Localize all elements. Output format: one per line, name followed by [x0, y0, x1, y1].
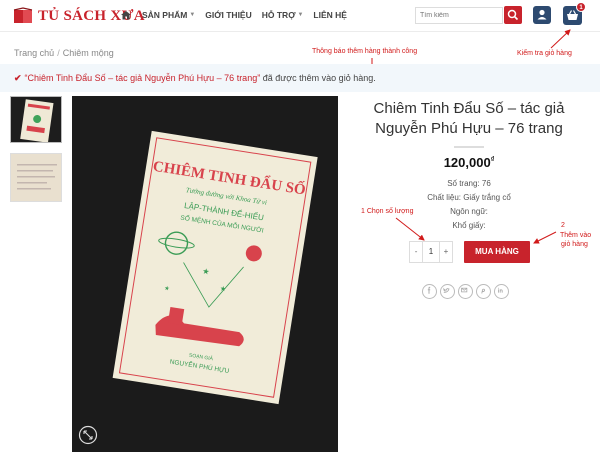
facebook-icon[interactable] [422, 284, 437, 299]
twitter-icon[interactable] [440, 284, 455, 299]
linkedin-icon[interactable] [494, 284, 509, 299]
zoom-icon[interactable] [78, 425, 98, 445]
product-thumbnail-2[interactable] [10, 153, 62, 202]
attribute-size: Khổ giấy: [452, 221, 486, 230]
quantity-increase-button[interactable]: + [440, 242, 452, 262]
notice-product-link[interactable]: “Chiêm Tinh Đẩu Số – tác giả Nguyễn Phú … [25, 73, 261, 83]
product-price: 120,000₫ [354, 155, 584, 170]
thumbnail-cover-image [11, 97, 61, 142]
book-cover-illustration: CHIÊM TINH ĐẨU SỐ Tướng đường với Khoa T… [72, 96, 338, 452]
annotation-step2-line2: giỏ hàng [561, 241, 588, 248]
quantity-stepper: - 1 + [409, 241, 453, 263]
pinterest-icon[interactable] [476, 284, 491, 299]
price-value: 120,000 [443, 155, 491, 170]
quantity-decrease-button[interactable]: - [410, 242, 422, 262]
annotation-step2-number: 2 [561, 222, 565, 229]
notice-message: đã được thêm vào giỏ hàng. [262, 73, 376, 83]
annotation-step1: 1 Chọn số lượng [361, 208, 414, 215]
svg-text:★: ★ [219, 285, 226, 294]
product-main-image[interactable]: CHIÊM TINH ĐẨU SỐ Tướng đường với Khoa T… [72, 96, 338, 452]
product-title: Chiêm Tinh Đẩu Số – tác giả Nguyễn Phú H… [373, 100, 565, 137]
add-to-cart-button[interactable]: MUA HÀNG [464, 241, 530, 263]
email-icon[interactable] [458, 284, 473, 299]
svg-text:★: ★ [164, 285, 170, 293]
checkmark-icon: ✔ [14, 73, 22, 83]
quantity-input[interactable]: 1 [422, 242, 440, 262]
added-to-cart-notice: ✔ “Chiêm Tinh Đẩu Số – tác giả Nguyễn Phú… [0, 64, 600, 92]
annotation-step2-line1: Thêm vào [560, 232, 592, 239]
attribute-material: Chất liệu: Giấy trắng cổ [427, 193, 511, 202]
annotation-check-cart: Kiểm tra giỏ hàng [517, 50, 572, 57]
attribute-pages: Số trang: 76 [447, 179, 491, 188]
price-currency: ₫ [490, 156, 495, 164]
svg-text:★: ★ [202, 267, 210, 277]
share-icons [422, 284, 509, 299]
thumbnail-page-image [11, 154, 61, 201]
notice-text: ✔ “Chiêm Tinh Đẩu Số – tác giả Nguyễn Phú… [14, 73, 376, 84]
product-thumbnail-1[interactable] [10, 96, 62, 143]
title-divider [454, 146, 484, 148]
